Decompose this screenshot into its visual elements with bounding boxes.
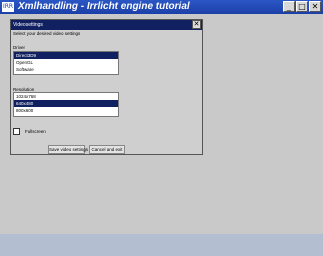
minimize-button[interactable]: _ (283, 1, 295, 12)
resolution-item[interactable]: 1024x768 (14, 93, 118, 100)
fullscreen-label: Fullscreen (25, 129, 46, 134)
app-window: IRR Xmlhandling - Irrlicht engine tutori… (0, 0, 323, 256)
video-settings-dialog: Videosettings ✕ Select your desired vide… (10, 19, 203, 155)
dialog-subtitle: Select your desired video settings (13, 31, 81, 36)
background-strip (0, 234, 323, 256)
cancel-and-exit-button[interactable]: Cancel and exit (89, 145, 125, 154)
window-controls: _ □ ✕ (283, 1, 321, 12)
close-button[interactable]: ✕ (309, 1, 321, 12)
driver-item[interactable]: Software (14, 66, 118, 73)
driver-item[interactable]: OpenGL (14, 59, 118, 66)
app-icon: IRR (2, 2, 14, 12)
resolution-listbox[interactable]: 1024x768 640x480 800x600 (13, 92, 119, 117)
driver-item[interactable]: Direct3D9 (14, 52, 118, 59)
maximize-button[interactable]: □ (296, 1, 308, 12)
dialog-title: Videosettings (11, 20, 202, 30)
dialog-close-button[interactable]: ✕ (192, 20, 201, 29)
resolution-item[interactable]: 640x480 (14, 100, 118, 107)
resolution-item[interactable]: 800x600 (14, 107, 118, 114)
window-title: Xmlhandling - Irrlicht engine tutorial (18, 1, 190, 12)
save-video-settings-button[interactable]: Save video settings (48, 145, 88, 154)
driver-listbox[interactable]: Direct3D9 OpenGL Software (13, 51, 119, 75)
fullscreen-checkbox[interactable] (13, 128, 20, 135)
window-titlebar[interactable]: IRR Xmlhandling - Irrlicht engine tutori… (0, 0, 323, 14)
